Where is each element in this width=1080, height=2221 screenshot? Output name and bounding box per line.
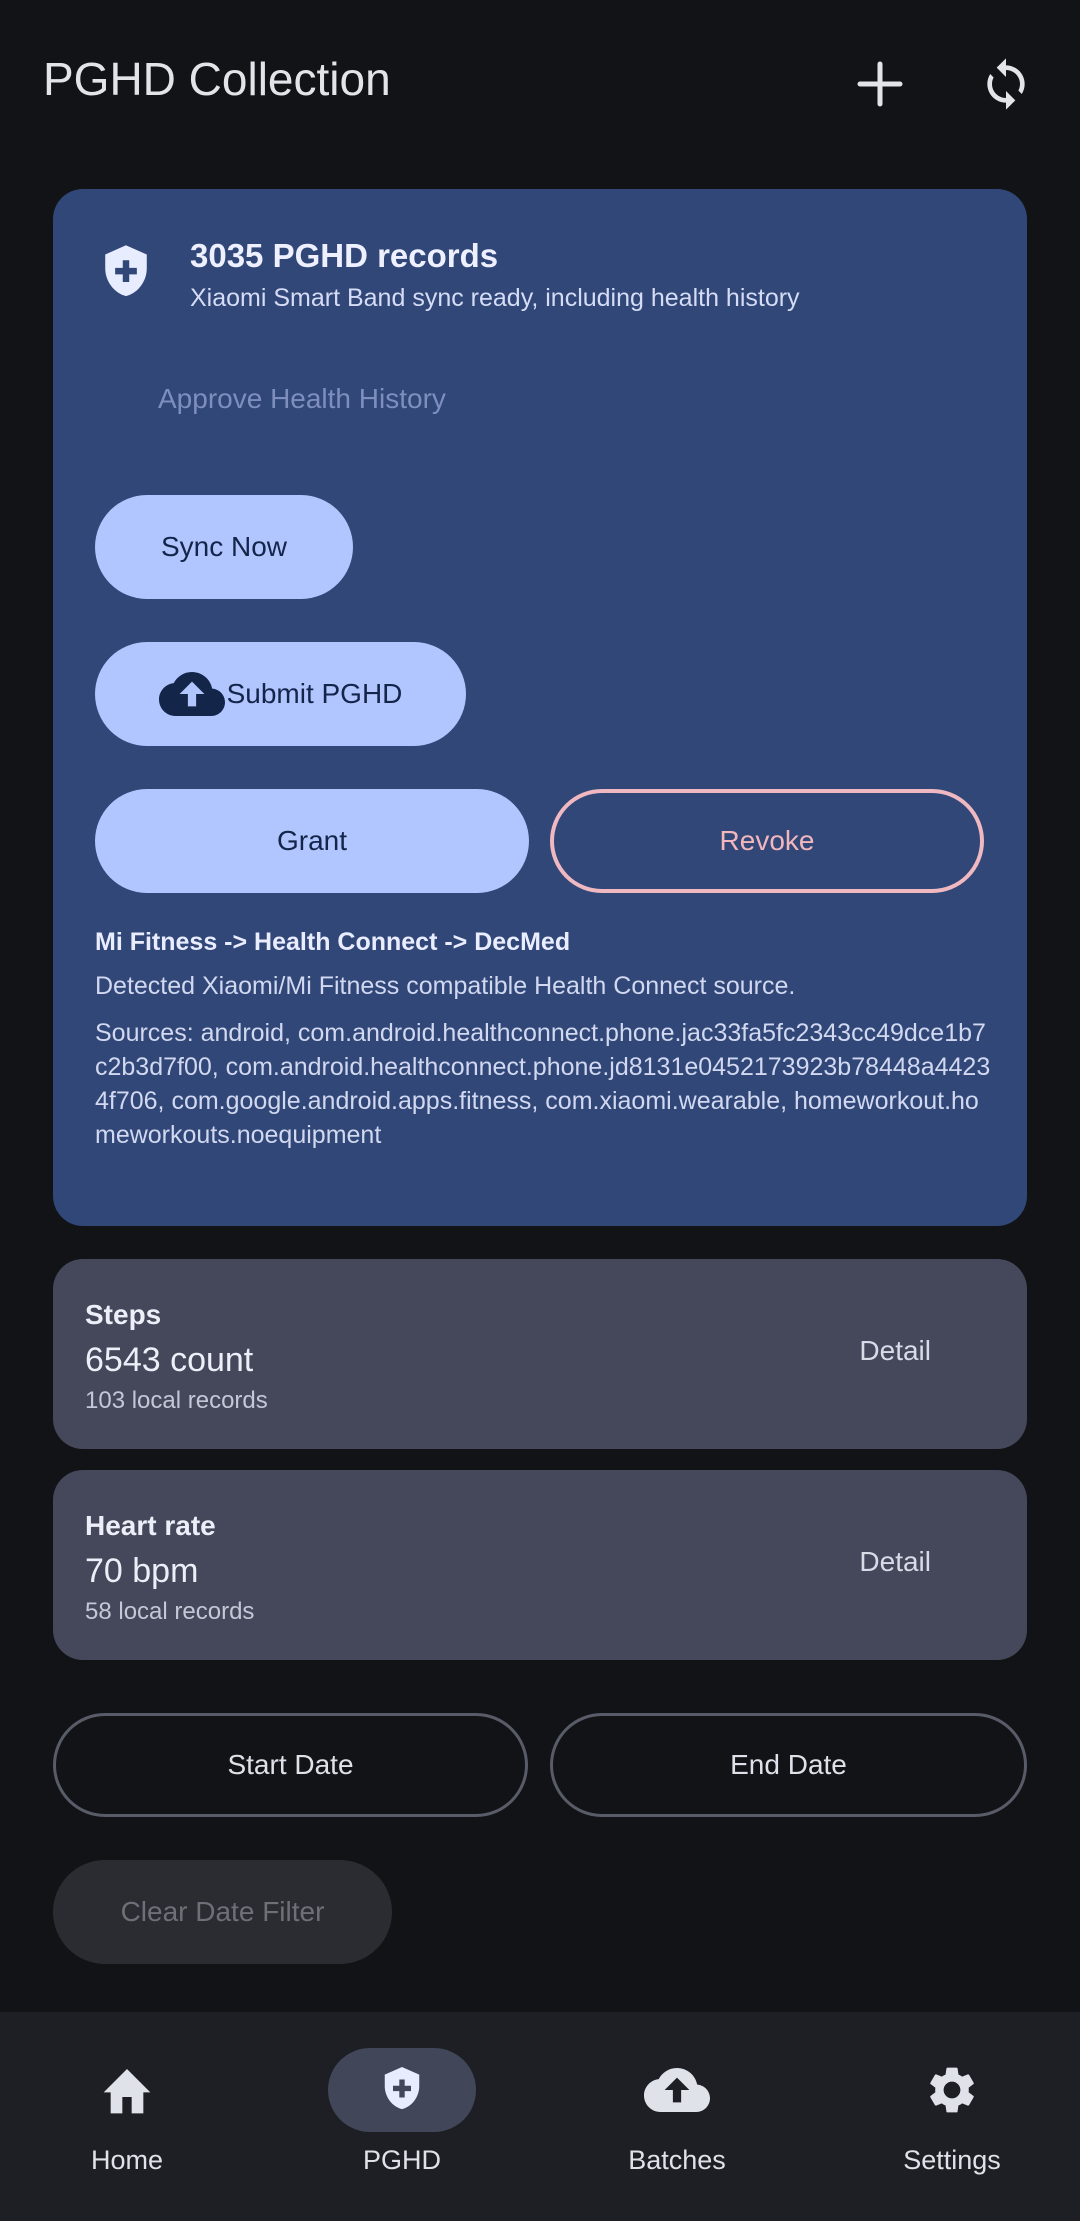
nav-item-home[interactable]: Home [0, 2012, 262, 2221]
cloud-upload-icon [158, 672, 225, 716]
metric-label: Heart rate [85, 1510, 216, 1541]
shield-plus-icon [98, 243, 154, 308]
nav-icon-container [53, 2048, 201, 2132]
data-pipeline-text: Mi Fitness -> Health Connect -> DecMed [95, 928, 571, 956]
sources-list-text: Sources: android, com.android.healthconn… [95, 1019, 991, 1149]
bottom-navigation: Home PGHD Batches Settings [0, 2012, 1080, 2221]
revoke-button[interactable]: Revoke [550, 789, 984, 893]
start-date-button[interactable]: Start Date [53, 1713, 528, 1817]
approve-health-history-button[interactable]: Approve Health History [158, 383, 446, 415]
metric-value: 6543 count [85, 1341, 254, 1379]
detected-source-text: Detected Xiaomi/Mi Fitness compatible He… [95, 972, 796, 1000]
nav-label: Batches [628, 2145, 726, 2175]
steps-metric-card: Steps 6543 count 103 local records Detai… [53, 1259, 1027, 1449]
cloud-upload-icon [644, 2068, 710, 2112]
home-icon [103, 2069, 151, 2114]
shield-plus-icon [384, 2067, 420, 2110]
metric-records: 103 local records [85, 1387, 268, 1414]
end-date-button[interactable]: End Date [550, 1713, 1027, 1817]
nav-item-settings[interactable]: Settings [817, 2012, 1080, 2221]
nav-label: Home [90, 2145, 164, 2175]
page-title: PGHD Collection [43, 53, 391, 105]
steps-detail-button[interactable]: Detail [859, 1335, 931, 1367]
nav-label: Settings [903, 2145, 1001, 2175]
metric-value: 70 bpm [85, 1552, 199, 1590]
submit-pghd-button[interactable]: Submit PGHD [95, 642, 466, 746]
grant-button[interactable]: Grant [95, 789, 529, 893]
submit-pghd-label: Submit PGHD [226, 678, 403, 709]
clear-date-filter-button[interactable]: Clear Date Filter [53, 1860, 392, 1964]
sync-button[interactable] [968, 46, 1044, 122]
nav-icon-container [878, 2048, 1026, 2132]
heart-rate-metric-card: Heart rate 70 bpm 58 local records Detai… [53, 1470, 1027, 1660]
sync-status-text: Xiaomi Smart Band sync ready, including … [190, 284, 800, 312]
nav-item-batches[interactable]: Batches [542, 2012, 812, 2221]
metric-label: Steps [85, 1299, 162, 1330]
sync-icon [987, 58, 1025, 110]
nav-label: PGHD [362, 2145, 441, 2175]
gear-icon [930, 2067, 974, 2113]
records-count-title: 3035 PGHD records [190, 237, 499, 274]
plus-icon [857, 61, 903, 107]
add-button[interactable] [842, 46, 918, 122]
sync-now-button[interactable]: Sync Now [95, 495, 353, 599]
metric-records: 58 local records [85, 1598, 255, 1625]
nav-icon-container [603, 2048, 751, 2132]
heart-rate-detail-button[interactable]: Detail [859, 1546, 931, 1578]
nav-item-pghd[interactable]: PGHD [267, 2012, 537, 2221]
nav-icon-container [328, 2048, 476, 2132]
